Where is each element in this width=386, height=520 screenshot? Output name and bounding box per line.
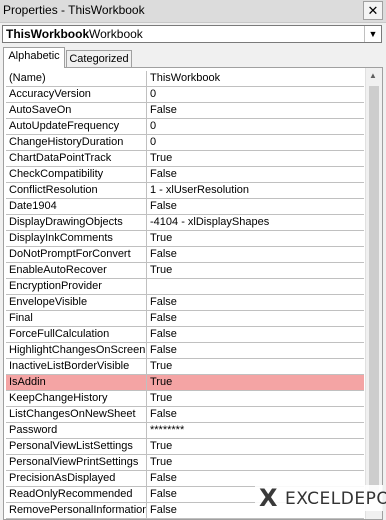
scroll-up-arrow-icon[interactable]: ▲ (369, 71, 377, 80)
property-name[interactable]: AutoSaveOn (6, 103, 147, 118)
property-name[interactable]: DisplayDrawingObjects (6, 215, 147, 230)
property-value[interactable]: False (148, 407, 177, 422)
property-row[interactable]: Password ******** (6, 423, 364, 439)
property-name[interactable]: EnableAutoRecover (6, 263, 147, 278)
property-name[interactable]: ListChangesOnNewSheet (6, 407, 147, 422)
property-value[interactable]: False (148, 311, 177, 326)
property-value[interactable]: True (148, 391, 172, 406)
property-name[interactable]: RemovePersonalInformation (6, 503, 147, 518)
property-name[interactable]: (Name) (6, 71, 147, 86)
property-name[interactable]: ForceFullCalculation (6, 327, 147, 342)
property-row[interactable]: ListChangesOnNewSheet False (6, 407, 364, 423)
property-value[interactable]: True (148, 375, 172, 390)
property-list: (Name) ThisWorkbook AccuracyVersion 0 AutoSa… (6, 71, 364, 519)
property-name[interactable]: ChartDataPointTrack (6, 151, 147, 166)
property-name[interactable]: PersonalViewListSettings (6, 439, 147, 454)
property-value[interactable]: True (148, 231, 172, 246)
property-row[interactable]: Final False (6, 311, 364, 327)
property-row[interactable]: EnvelopeVisible False (6, 295, 364, 311)
property-value[interactable]: True (148, 439, 172, 454)
property-name[interactable]: AccuracyVersion (6, 87, 147, 102)
property-row[interactable]: (Name) ThisWorkbook (6, 71, 364, 87)
chevron-down-icon[interactable]: ▼ (364, 26, 381, 42)
property-value[interactable]: -4104 - xlDisplayShapes (148, 215, 269, 230)
property-name[interactable]: IsAddin (6, 375, 147, 390)
property-value[interactable]: False (148, 103, 177, 118)
property-value[interactable]: False (148, 327, 177, 342)
property-name[interactable]: ChangeHistoryDuration (6, 135, 147, 150)
watermark-logo: X EXCELDEPO (255, 484, 386, 512)
logo-mark: X (259, 484, 278, 512)
logo-text: EXCELDEPO (285, 489, 386, 509)
property-row[interactable]: HighlightChangesOnScreen False (6, 343, 364, 359)
property-row[interactable]: PersonalViewListSettings True (6, 439, 364, 455)
property-row[interactable]: InactiveListBorderVisible True (6, 359, 364, 375)
property-name[interactable]: HighlightChangesOnScreen (6, 343, 147, 358)
property-row[interactable]: KeepChangeHistory True (6, 391, 364, 407)
property-name[interactable]: Date1904 (6, 199, 147, 214)
property-value[interactable]: False (148, 343, 177, 358)
property-value[interactable]: 0 (148, 119, 156, 134)
property-row[interactable]: ChartDataPointTrack True (6, 151, 364, 167)
property-value[interactable]: ******** (148, 423, 184, 438)
property-name[interactable]: ConflictResolution (6, 183, 147, 198)
tab-alphabetic[interactable]: Alphabetic (3, 47, 65, 68)
property-row[interactable]: ConflictResolution 1 - xlUserResolution (6, 183, 364, 199)
close-button[interactable]: ✕ (363, 1, 383, 20)
property-name[interactable]: Final (6, 311, 147, 326)
property-value[interactable]: False (148, 199, 177, 214)
property-name[interactable]: EncryptionProvider (6, 279, 147, 294)
property-name[interactable]: InactiveListBorderVisible (6, 359, 147, 374)
property-name[interactable]: DisplayInkComments (6, 231, 147, 246)
object-type: Workbook (89, 27, 143, 41)
property-value[interactable]: 0 (148, 135, 156, 150)
property-grid: (Name) ThisWorkbook AccuracyVersion 0 AutoSa… (3, 67, 383, 520)
property-row[interactable]: Date1904 False (6, 199, 364, 215)
property-value[interactable]: True (148, 359, 172, 374)
property-row[interactable]: ChangeHistoryDuration 0 (6, 135, 364, 151)
property-value[interactable]: False (148, 471, 177, 486)
property-value[interactable]: True (148, 151, 172, 166)
property-value[interactable]: False (148, 503, 177, 518)
vertical-scrollbar[interactable]: ▲ (365, 68, 382, 519)
object-selector[interactable]: ThisWorkbook Workbook ▼ (2, 25, 382, 43)
property-value[interactable]: False (148, 295, 177, 310)
tab-categorized[interactable]: Categorized (66, 50, 132, 68)
property-value[interactable]: 0 (148, 87, 156, 102)
property-value[interactable]: False (148, 247, 177, 262)
property-value[interactable]: False (148, 487, 177, 502)
property-row[interactable]: CheckCompatibility False (6, 167, 364, 183)
property-row[interactable]: AutoUpdateFrequency 0 (6, 119, 364, 135)
property-name[interactable]: PrecisionAsDisplayed (6, 471, 147, 486)
property-row[interactable]: DisplayDrawingObjects -4104 - xlDisplaySh… (6, 215, 364, 231)
property-name[interactable]: CheckCompatibility (6, 167, 147, 182)
property-row[interactable]: AutoSaveOn False (6, 103, 364, 119)
property-value[interactable]: False (148, 167, 177, 182)
property-name[interactable]: DoNotPromptForConvert (6, 247, 147, 262)
property-value[interactable]: ThisWorkbook (148, 71, 220, 86)
property-row[interactable]: DoNotPromptForConvert False (6, 247, 364, 263)
property-row[interactable]: DisplayInkComments True (6, 231, 364, 247)
title-bar: Properties - ThisWorkbook ✕ (0, 0, 386, 23)
scrollbar-thumb[interactable] (369, 86, 379, 498)
property-row[interactable]: AccuracyVersion 0 (6, 87, 364, 103)
property-row[interactable]: EncryptionProvider (6, 279, 364, 295)
property-name[interactable]: Password (6, 423, 147, 438)
object-name: ThisWorkbook (6, 27, 90, 41)
property-row[interactable]: IsAddin True (6, 375, 364, 391)
property-row[interactable]: ForceFullCalculation False (6, 327, 364, 343)
property-value[interactable]: True (148, 455, 172, 470)
property-name[interactable]: PersonalViewPrintSettings (6, 455, 147, 470)
window-title: Properties - ThisWorkbook (3, 3, 145, 17)
property-value[interactable]: True (148, 263, 172, 278)
property-row[interactable]: EnableAutoRecover True (6, 263, 364, 279)
property-name[interactable]: AutoUpdateFrequency (6, 119, 147, 134)
property-name[interactable]: ReadOnlyRecommended (6, 487, 147, 502)
property-row[interactable]: PersonalViewPrintSettings True (6, 455, 364, 471)
property-name[interactable]: EnvelopeVisible (6, 295, 147, 310)
property-value[interactable]: 1 - xlUserResolution (148, 183, 249, 198)
property-name[interactable]: KeepChangeHistory (6, 391, 147, 406)
